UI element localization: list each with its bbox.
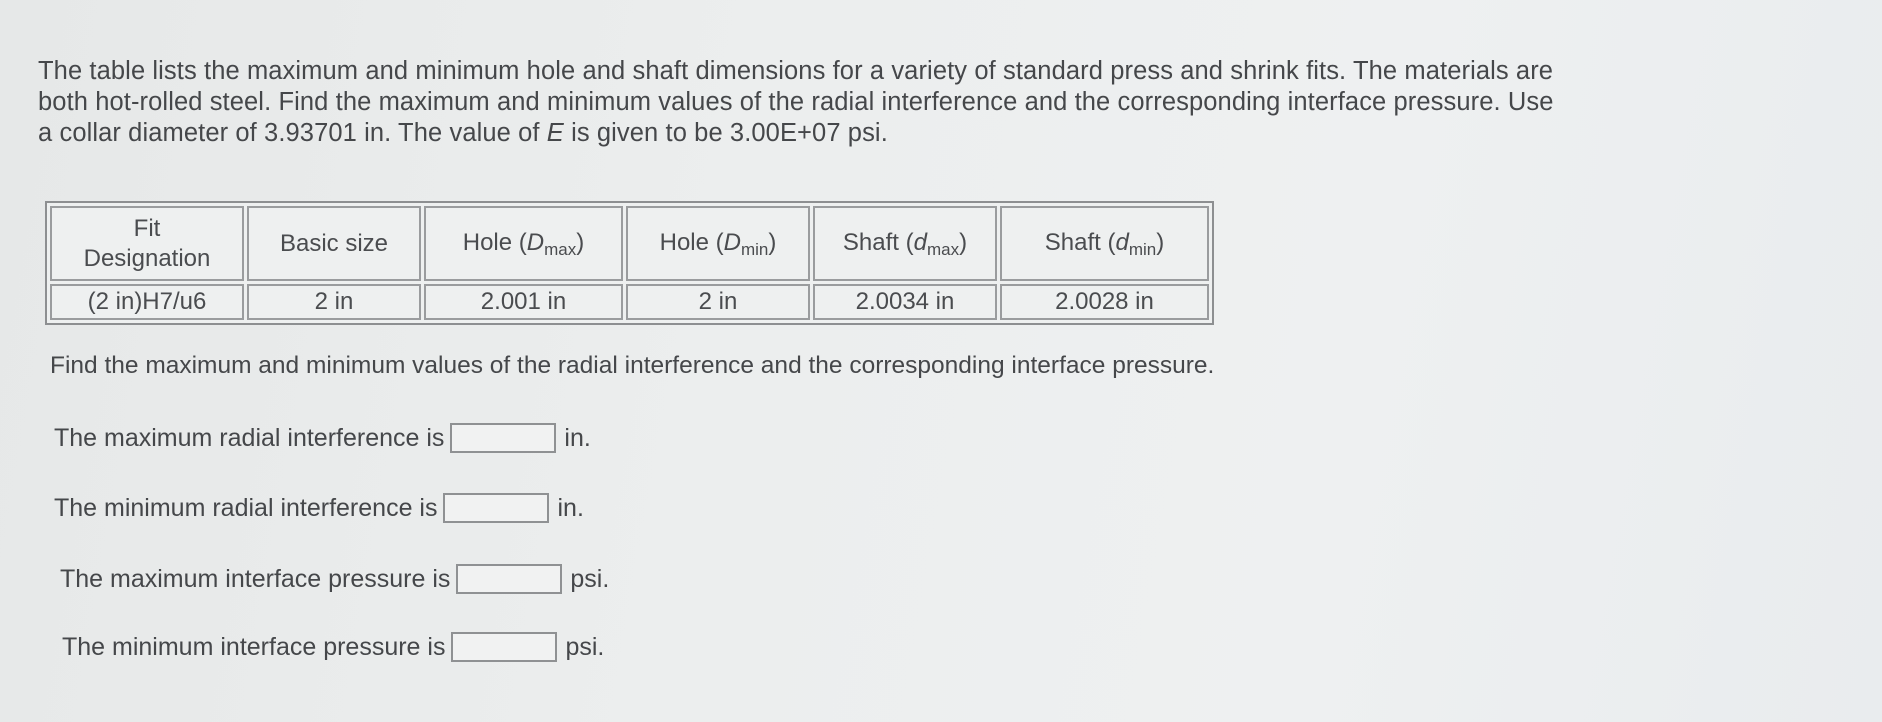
max-radial-interference-label: The maximum radial interference is <box>54 423 445 452</box>
modulus-symbol: E <box>546 119 564 147</box>
collar-diameter-text: a collar diameter of 3.93701 in. The val… <box>38 119 547 147</box>
fit-dimensions-table: Fit Designation Basic size Hole (Dmax) H… <box>45 201 1214 325</box>
header-fit-designation: Fit Designation <box>50 206 244 281</box>
header-prefix: Hole ( <box>462 228 527 256</box>
table-header-row: Fit Designation Basic size Hole (Dmax) H… <box>50 206 1209 281</box>
cell-hole-dmax: 2.001 in <box>424 284 623 320</box>
min-radial-interference-row: The minimum radial interference is in. <box>54 493 584 523</box>
header-suffix: ) <box>576 228 585 256</box>
header-subscript: min <box>740 239 769 259</box>
max-radial-interference-row: The maximum radial interference is in. <box>54 423 591 453</box>
header-subscript: min <box>1128 239 1157 259</box>
problem-statement-line-3: a collar diameter of 3.93701 in. The val… <box>38 118 1798 149</box>
header-var: d <box>913 228 927 256</box>
min-radial-interference-input[interactable] <box>443 493 550 523</box>
cell-shaft-dmin: 2.0028 in <box>1000 284 1209 320</box>
min-interface-pressure-input[interactable] <box>451 632 558 662</box>
header-hole-dmax: Hole (Dmax) <box>424 206 623 281</box>
problem-statement-line-2: both hot-rolled steel. Find the maximum … <box>38 88 1554 116</box>
max-interface-pressure-label: The maximum interface pressure is <box>60 564 451 593</box>
header-var: D <box>526 228 545 256</box>
header-prefix: Shaft ( <box>1044 228 1116 256</box>
modulus-value-text: is given to be 3.00E+07 psi. <box>563 119 888 147</box>
header-shaft-dmax: Shaft (dmax) <box>813 206 997 281</box>
cell-basic-size: 2 in <box>247 284 421 320</box>
min-radial-interference-label: The minimum radial interference is <box>54 493 438 522</box>
max-radial-interference-unit: in. <box>564 423 591 452</box>
header-shaft-dmin: Shaft (dmin) <box>1000 206 1209 281</box>
max-radial-interference-input[interactable] <box>450 423 557 453</box>
max-interface-pressure-input[interactable] <box>456 564 563 594</box>
header-subscript: max <box>926 239 960 259</box>
question-prompt: Find the maximum and minimum values of t… <box>50 352 1215 379</box>
cell-fit-designation: (2 in)H7/u6 <box>50 284 244 320</box>
max-interface-pressure-unit: psi. <box>570 564 610 593</box>
max-interface-pressure-row: The maximum interface pressure is psi. <box>60 564 609 594</box>
header-hole-dmin: Hole (Dmin) <box>626 206 810 281</box>
table-row: (2 in)H7/u6 2 in 2.001 in 2 in 2.0034 in… <box>50 284 1209 320</box>
min-radial-interference-unit: in. <box>557 493 584 522</box>
header-var: D <box>723 228 741 256</box>
problem-statement-line-1: The table lists the maximum and minimum … <box>38 57 1554 85</box>
min-interface-pressure-unit: psi. <box>565 632 605 661</box>
header-basic-size: Basic size <box>247 206 421 281</box>
min-interface-pressure-row: The minimum interface pressure is psi. <box>62 632 604 662</box>
header-prefix: Hole ( <box>659 228 724 256</box>
header-suffix: ) <box>768 228 777 256</box>
problem-statement: The table lists the maximum and minimum … <box>38 56 1798 149</box>
header-fit-line1: Fit <box>133 214 161 242</box>
header-subscript: max <box>544 239 577 259</box>
header-prefix: Shaft ( <box>842 228 914 256</box>
min-interface-pressure-label: The minimum interface pressure is <box>62 632 446 661</box>
header-suffix: ) <box>959 228 968 256</box>
header-var: d <box>1115 228 1129 256</box>
cell-hole-dmin: 2 in <box>626 284 810 320</box>
cell-shaft-dmax: 2.0034 in <box>813 284 997 320</box>
header-fit-line2: Designation <box>83 244 211 272</box>
header-suffix: ) <box>1156 228 1165 256</box>
